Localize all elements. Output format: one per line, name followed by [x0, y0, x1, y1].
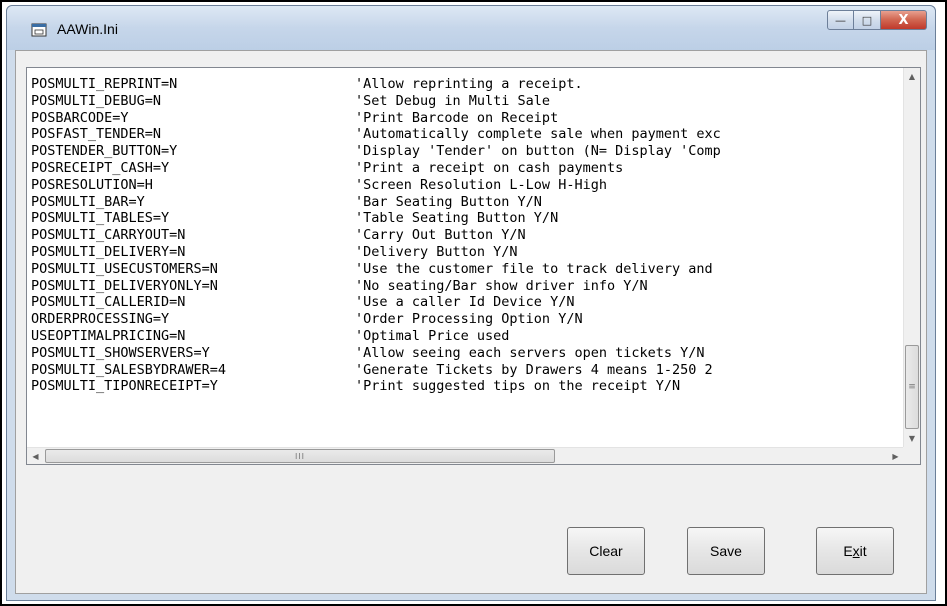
ini-comment: 'Use a caller Id Device Y/N [355, 294, 575, 311]
ini-key: POSMULTI_USECUSTOMERS=N [31, 260, 218, 277]
maximize-button[interactable]: □ [854, 10, 881, 30]
ini-key: ORDERPROCESSING=Y [31, 311, 170, 328]
ini-comment: 'Bar Seating Button Y/N [355, 193, 542, 210]
vertical-scrollbar[interactable]: ▲ ≡ ▼ [903, 68, 920, 447]
ini-line: POSFAST_TENDER=N 'Automatically complete … [31, 126, 901, 143]
ini-key: POSTENDER_BUTTON=Y [31, 143, 178, 160]
exit-label-mnemonic: x [852, 543, 860, 559]
ini-line: POSMULTI_DELIVERY=N 'Delivery Button Y/N [31, 244, 901, 261]
ini-comment: 'Set Debug in Multi Sale [355, 92, 551, 109]
ini-line: POSMULTI_USECUSTOMERS=N 'Use the customer… [31, 261, 901, 278]
ini-comment: 'Use the customer file to track delivery… [355, 260, 713, 277]
ini-line: POSMULTI_REPRINT=N 'Allow reprinting a re… [31, 76, 901, 93]
ini-comment: 'Display 'Tender' on button (N= Display … [355, 143, 721, 160]
ini-comment: 'No seating/Bar show driver info Y/N [355, 277, 648, 294]
ini-line: ORDERPROCESSING=Y 'Order Processing Optio… [31, 311, 901, 328]
scroll-right-icon[interactable]: ▶ [887, 448, 904, 464]
ini-line: POSRECEIPT_CASH=Y 'Print a receipt on cas… [31, 160, 901, 177]
ini-comment: 'Generate Tickets by Drawers 4 means 1-2… [355, 361, 713, 378]
ini-comment: 'Print a receipt on cash payments [355, 159, 624, 176]
ini-key: POSMULTI_BAR=Y [31, 193, 145, 210]
ini-comment: 'Delivery Button Y/N [355, 243, 518, 260]
ini-comment: 'Print suggested tips on the receipt Y/N [355, 378, 681, 395]
ini-comment: 'Optimal Price used [355, 327, 510, 344]
ini-key: POSBARCODE=Y [31, 109, 129, 126]
ini-comment: 'Allow reprinting a receipt. [355, 76, 583, 92]
ini-key: POSFAST_TENDER=N [31, 126, 162, 143]
window-title: AAWin.Ini [57, 21, 118, 37]
ini-key: POSRESOLUTION=H [31, 176, 153, 193]
ini-line: POSRESOLUTION=H 'Screen Resolution L-Low … [31, 177, 901, 194]
ini-key: POSMULTI_DELIVERY=N [31, 243, 186, 260]
ini-key: POSMULTI_REPRINT=N [31, 76, 178, 92]
scroll-up-icon[interactable]: ▲ [904, 68, 920, 85]
ini-key: POSMULTI_TIPONRECEIPT=Y [31, 378, 218, 395]
scroll-down-icon[interactable]: ▼ [904, 430, 920, 447]
app-window-icon [31, 23, 47, 37]
ini-key: POSMULTI_DELIVERYONLY=N [31, 277, 218, 294]
ini-key: POSMULTI_CALLERID=N [31, 294, 186, 311]
minimize-button[interactable]: — [827, 10, 854, 30]
ini-line: POSMULTI_DELIVERYONLY=N 'No seating/Bar s… [31, 278, 901, 295]
scrollbar-corner [903, 447, 920, 464]
horizontal-scrollbar[interactable]: ◀ III ▶ [27, 447, 904, 464]
ini-key: POSMULTI_TABLES=Y [31, 210, 170, 227]
ini-comment: 'Print Barcode on Receipt [355, 109, 559, 126]
ini-line: POSTENDER_BUTTON=Y 'Display 'Tender' on b… [31, 143, 901, 160]
ini-comment: 'Table Seating Button Y/N [355, 210, 559, 227]
ini-line: POSBARCODE=Y 'Print Barcode on Receipt [31, 110, 901, 127]
app-window: AAWin.Ini — □ X POSMULTI_REPRINT=N 'Allow… [6, 5, 936, 601]
exit-button[interactable]: Ex it [816, 527, 894, 575]
title-bar[interactable]: AAWin.Ini — □ X [7, 6, 935, 50]
save-button[interactable]: Save [687, 527, 765, 575]
ini-key: POSMULTI_CARRYOUT=N [31, 227, 186, 244]
ini-line: POSMULTI_CARRYOUT=N 'Carry Out Button Y/N [31, 227, 901, 244]
ini-text-content[interactable]: POSMULTI_REPRINT=N 'Allow reprinting a re… [31, 76, 901, 444]
ini-editor[interactable]: POSMULTI_REPRINT=N 'Allow reprinting a re… [26, 67, 921, 465]
ini-key: USEOPTIMALPRICING=N [31, 327, 186, 344]
ini-comment: 'Automatically complete sale when paymen… [355, 126, 721, 143]
ini-key: POSMULTI_SHOWSERVERS=Y [31, 344, 210, 361]
ini-comment: 'Order Processing Option Y/N [355, 311, 583, 328]
ini-line: POSMULTI_BAR=Y 'Bar Seating Button Y/N [31, 194, 901, 211]
ini-comment: 'Carry Out Button Y/N [355, 227, 526, 244]
client-area: POSMULTI_REPRINT=N 'Allow reprinting a re… [15, 50, 927, 594]
ini-line: POSMULTI_CALLERID=N 'Use a caller Id Devi… [31, 294, 901, 311]
exit-label-suffix: it [859, 543, 867, 559]
close-button[interactable]: X [881, 10, 927, 30]
ini-line: POSMULTI_TABLES=Y 'Table Seating Button Y… [31, 210, 901, 227]
ini-line: POSMULTI_SHOWSERVERS=Y 'Allow seeing each… [31, 345, 901, 362]
clear-button[interactable]: Clear [567, 527, 645, 575]
ini-key: POSMULTI_DEBUG=N [31, 92, 162, 109]
ini-key: POSMULTI_SALESBYDRAWER=4 [31, 361, 227, 378]
ini-line: POSMULTI_SALESBYDRAWER=4 'Generate Ticket… [31, 362, 901, 379]
exit-label-prefix: E [843, 543, 853, 559]
window-controls: — □ X [827, 10, 927, 32]
ini-line: USEOPTIMALPRICING=N 'Optimal Price used [31, 328, 901, 345]
ini-line: POSMULTI_DEBUG=N 'Set Debug in Multi Sale [31, 93, 901, 110]
horizontal-scroll-thumb[interactable]: III [45, 449, 555, 463]
ini-line: POSMULTI_TIPONRECEIPT=Y 'Print suggested … [31, 378, 901, 395]
ini-key: POSRECEIPT_CASH=Y [31, 159, 170, 176]
vertical-scroll-thumb[interactable]: ≡ [905, 345, 919, 429]
ini-comment: 'Screen Resolution L-Low H-High [355, 176, 607, 193]
ini-comment: 'Allow seeing each servers open tickets … [355, 344, 705, 361]
scroll-left-icon[interactable]: ◀ [27, 448, 44, 464]
